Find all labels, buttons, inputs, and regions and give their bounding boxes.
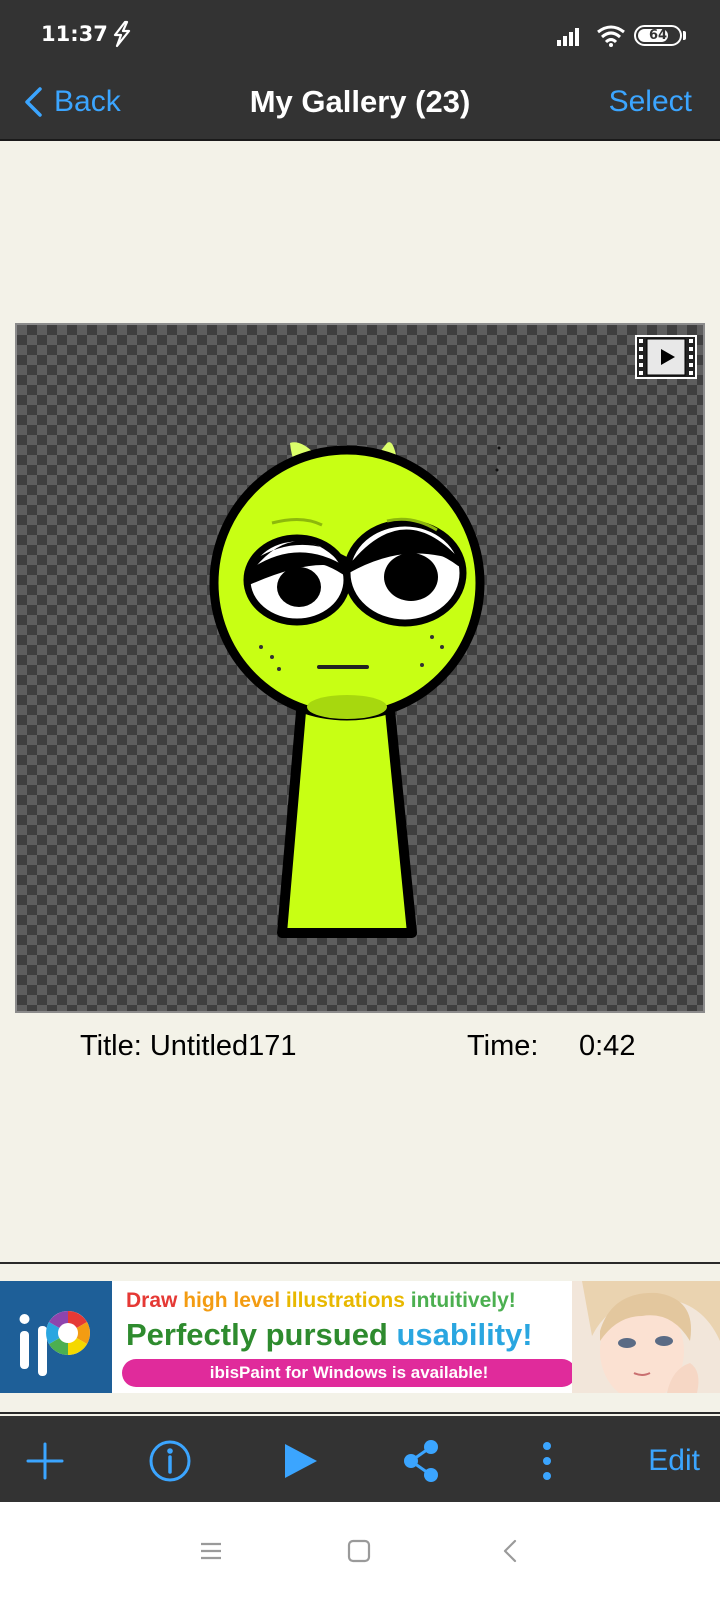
artwork-title: Title: Untitled171 (80, 1030, 297, 1062)
bolt-icon (113, 20, 131, 48)
artwork-illustration (209, 442, 501, 938)
ibispaint-logo (0, 1281, 112, 1393)
play-icon[interactable] (275, 1436, 325, 1486)
artwork-time-value: 0:42 (579, 1030, 636, 1062)
info-icon[interactable] (145, 1436, 195, 1486)
ad-portrait-image (572, 1281, 720, 1393)
artwork-info: Title: Untitled171 Time: 0:42 (0, 1030, 720, 1070)
add-icon[interactable] (20, 1436, 70, 1486)
select-button[interactable]: Select (609, 80, 692, 124)
artwork-preview[interactable] (15, 323, 705, 1013)
menu-icon[interactable] (196, 1536, 226, 1566)
status-bar: 11:37 64 (0, 0, 720, 66)
ad-divider-bottom (0, 1412, 720, 1414)
ad-call-to-action: ibisPaint for Windows is available! (122, 1359, 576, 1387)
status-time: 11:37 (41, 22, 108, 46)
gallery-header: Back My Gallery (23) Select (0, 66, 720, 141)
ad-banner[interactable]: Draw high level illustrations intuitivel… (0, 1281, 720, 1393)
edit-button[interactable]: Edit (648, 1436, 700, 1486)
system-navigation-bar (0, 1502, 720, 1600)
signal-icon (557, 28, 579, 46)
battery-nub (683, 31, 686, 40)
more-vertical-icon[interactable] (522, 1436, 572, 1486)
battery-icon: 64 (634, 25, 682, 46)
ad-divider-top (0, 1262, 720, 1264)
home-icon[interactable] (344, 1536, 374, 1566)
battery-level: 64 (648, 28, 668, 43)
wifi-icon (597, 25, 625, 47)
video-play-icon[interactable] (635, 335, 697, 379)
share-icon[interactable] (396, 1436, 446, 1486)
ad-headline: Draw high level illustrations intuitivel… (126, 1289, 516, 1312)
ad-tagline: Perfectly pursued usability! (126, 1317, 533, 1352)
back-icon[interactable] (496, 1536, 526, 1566)
artwork-time-label: Time: (467, 1030, 539, 1062)
gallery-toolbar: Edit (0, 1416, 720, 1502)
